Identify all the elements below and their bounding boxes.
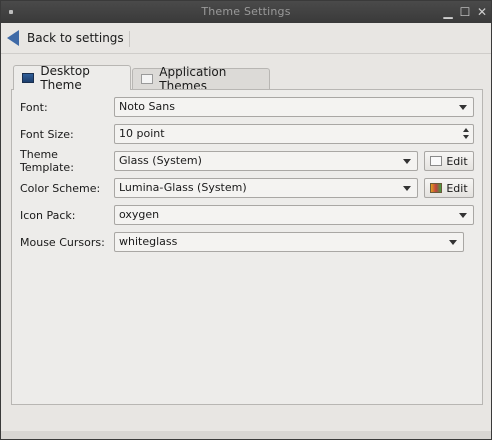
back-to-settings-button[interactable]: Back to settings	[7, 26, 124, 50]
tab-desktop-theme[interactable]: Desktop Theme	[13, 64, 131, 92]
application-window-icon	[141, 74, 154, 84]
spin-up-icon[interactable]	[463, 128, 469, 132]
edit-theme-template-button[interactable]: Edit	[424, 151, 474, 171]
toolbar-separator	[129, 31, 130, 47]
edit-color-scheme-label: Edit	[446, 181, 468, 195]
color-scheme-label: Color Scheme:	[20, 181, 101, 195]
font-row: Font:	[20, 97, 115, 117]
color-scheme-row: Color Scheme:	[20, 178, 115, 198]
window-bottom-edge	[1, 431, 491, 439]
font-value: Noto Sans	[119, 100, 175, 113]
font-size-spinbox[interactable]: 10 point	[114, 124, 474, 144]
tab-desktop-theme-label: Desktop Theme	[40, 64, 90, 92]
mouse-cursors-select[interactable]: whiteglass	[114, 232, 464, 252]
edit-theme-template-label: Edit	[446, 154, 468, 168]
back-label: Back to settings	[27, 31, 124, 45]
icon-pack-row: Icon Pack:	[20, 205, 115, 225]
theme-settings-window: Theme Settings ▁ ☐ ✕ Back to settings De…	[0, 0, 492, 440]
color-scheme-value: Lumina-Glass (System)	[119, 181, 247, 194]
close-icon[interactable]: ✕	[475, 5, 489, 19]
icon-pack-label: Icon Pack:	[20, 208, 76, 222]
toolbar: Back to settings	[1, 23, 491, 54]
spin-down-icon[interactable]	[463, 135, 469, 139]
theme-template-select[interactable]: Glass (System)	[114, 151, 418, 171]
tab-application-themes[interactable]: Application Themes	[132, 65, 270, 93]
icon-pack-select[interactable]: oxygen	[114, 205, 474, 225]
font-size-row: Font Size:	[20, 124, 115, 144]
theme-template-row: Theme Template:	[20, 148, 115, 174]
desktop-icon	[22, 73, 35, 83]
mouse-cursors-label: Mouse Cursors:	[20, 235, 105, 249]
chevron-down-icon	[459, 213, 467, 218]
window-title: Theme Settings	[201, 5, 291, 18]
title-bar[interactable]: Theme Settings ▁ ☐ ✕	[1, 1, 491, 23]
mouse-cursors-value: whiteglass	[119, 235, 178, 248]
color-scheme-select[interactable]: Lumina-Glass (System)	[114, 178, 418, 198]
font-size-label: Font Size:	[20, 127, 74, 141]
minimize-icon[interactable]: ▁	[441, 5, 455, 19]
back-arrow-icon	[7, 30, 19, 46]
chevron-down-icon	[403, 186, 411, 191]
edit-document-icon	[430, 156, 443, 166]
chevron-down-icon	[449, 240, 457, 245]
chevron-down-icon	[403, 159, 411, 164]
font-select[interactable]: Noto Sans	[114, 97, 474, 117]
desktop-theme-panel: Font: Noto Sans Font Size: 10 point Them…	[11, 89, 483, 405]
edit-color-scheme-button[interactable]: Edit	[424, 178, 474, 198]
font-size-stepper[interactable]	[461, 126, 472, 142]
theme-template-label: Theme Template:	[20, 148, 74, 174]
maximize-icon[interactable]: ☐	[458, 5, 472, 19]
mouse-cursors-row: Mouse Cursors:	[20, 232, 115, 252]
icon-pack-value: oxygen	[119, 208, 160, 221]
theme-template-value: Glass (System)	[119, 154, 202, 167]
color-palette-icon	[430, 183, 443, 193]
font-size-value: 10 point	[119, 127, 165, 140]
chevron-down-icon	[459, 105, 467, 110]
font-label: Font:	[20, 100, 48, 114]
